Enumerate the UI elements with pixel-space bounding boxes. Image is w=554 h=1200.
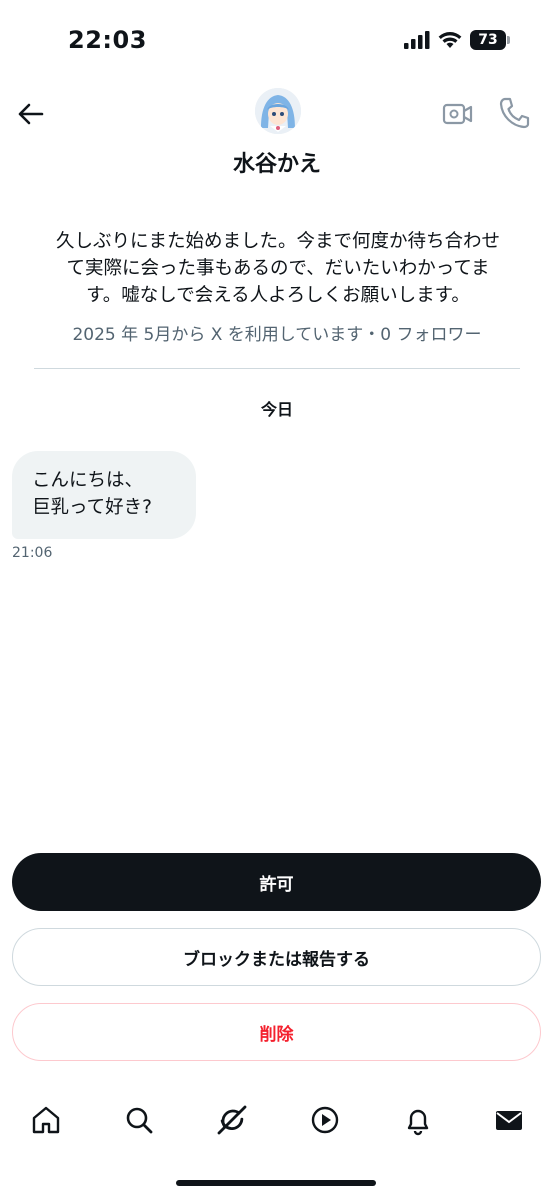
video-call-button[interactable] (442, 98, 474, 130)
divider (34, 368, 520, 369)
back-button[interactable] (14, 98, 46, 130)
notifications-icon (407, 1109, 429, 1136)
video-play-icon (311, 1106, 339, 1134)
battery-level: 73 (478, 32, 498, 48)
block-report-button[interactable]: ブロックまたは報告する (12, 928, 541, 986)
message-line: こんにちは、 (32, 470, 144, 491)
bio-line: 久しぶりにまた始めました。今まで何度か待ち合わせ (55, 231, 500, 252)
nav-grok[interactable] (212, 1100, 252, 1140)
video-call-icon (442, 103, 473, 125)
nav-messages[interactable] (489, 1100, 529, 1140)
nav-home[interactable] (26, 1100, 66, 1140)
nav-video[interactable] (305, 1100, 345, 1140)
arrow-left-icon (18, 103, 44, 125)
messages-icon (496, 1111, 522, 1130)
date-separator: 今日 (260, 400, 293, 419)
battery-icon: 73 (470, 30, 510, 50)
nav-search[interactable] (119, 1100, 159, 1140)
message-bubble[interactable]: こんにちは、 巨乳って好き? (12, 451, 196, 539)
bottom-nav (0, 1094, 554, 1144)
phone-icon (499, 97, 530, 129)
profile-name[interactable]: 水谷かえ (0, 146, 554, 178)
signal-icon (404, 31, 430, 49)
delete-button[interactable]: 削除 (12, 1003, 541, 1061)
bio-line: す。嘘なしで会える人よろしくお願いします。 (86, 285, 470, 306)
bio-line: て実際に会った事もあるので、だいたいわかってま (66, 258, 490, 279)
search-icon (126, 1107, 153, 1134)
status-icons: 73 (404, 30, 510, 50)
message-timestamp: 21:06 (12, 545, 53, 561)
grok-icon (217, 1105, 247, 1135)
home-icon (32, 1106, 60, 1134)
message-line: 巨乳って好き? (32, 497, 152, 518)
wifi-icon (438, 32, 462, 48)
profile-bio: 久しぶりにまた始めました。今まで何度か待ち合わせ て実際に会った事もあるので、だ… (38, 228, 518, 309)
avatar-image (255, 88, 301, 134)
allow-button[interactable]: 許可 (12, 853, 541, 911)
nav-notifications[interactable] (398, 1100, 438, 1140)
avatar[interactable] (255, 88, 301, 134)
status-time: 22:03 (68, 26, 147, 54)
phone-call-button[interactable] (498, 96, 530, 130)
profile-meta: 2025 年 5月から X を利用しています・0 フォロワー (72, 325, 482, 345)
home-indicator (176, 1180, 376, 1186)
